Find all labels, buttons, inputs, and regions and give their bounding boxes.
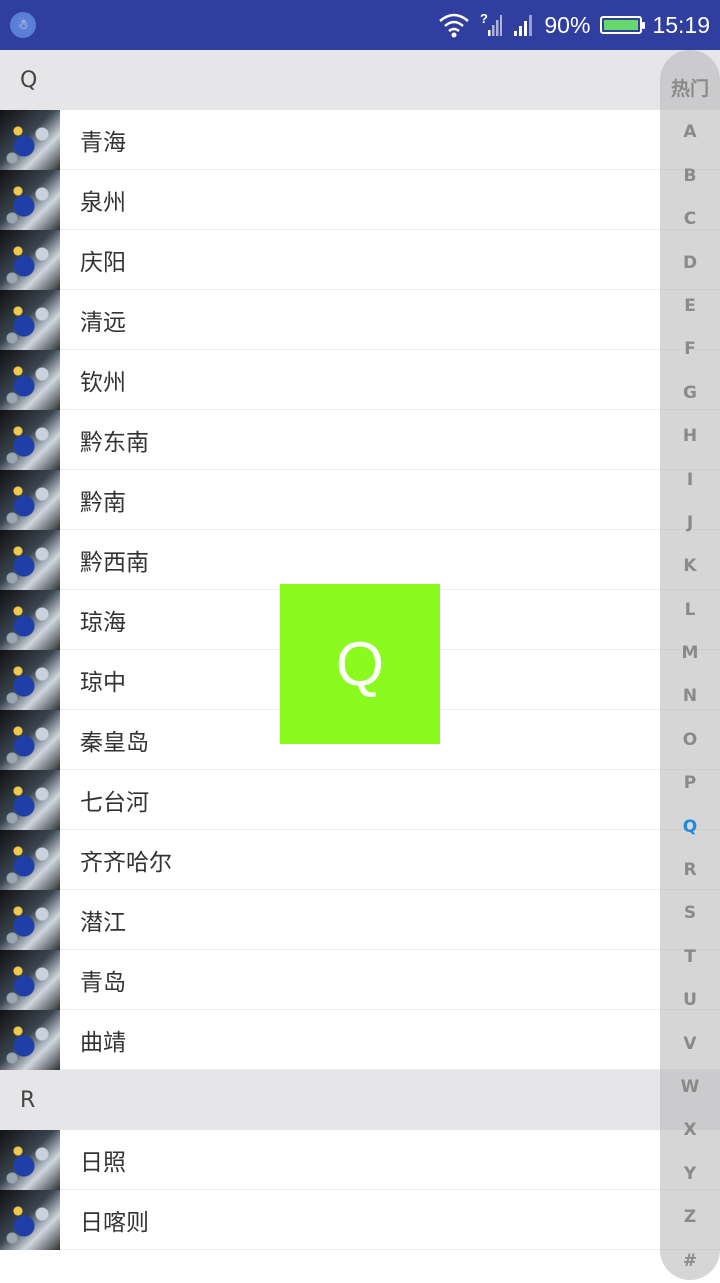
city-thumbnail [0, 469, 60, 530]
city-thumbnail [0, 709, 60, 770]
index-letter[interactable]: E [660, 285, 720, 328]
index-letter[interactable]: # [660, 1240, 720, 1283]
index-letter[interactable]: O [660, 719, 720, 762]
index-letter[interactable]: G [660, 372, 720, 415]
city-thumbnail [0, 109, 60, 170]
current-letter-overlay: Q [280, 584, 440, 744]
city-name: 七台河 [80, 789, 149, 816]
clock: 15:19 [652, 11, 710, 38]
city-thumbnail [0, 889, 60, 950]
city-thumbnail [0, 589, 60, 650]
city-name: 秦皇岛 [80, 729, 149, 756]
index-letter[interactable]: H [660, 415, 720, 458]
city-name: 琼中 [80, 669, 126, 696]
city-name: 清远 [80, 309, 126, 336]
city-row[interactable]: 钦州 [0, 349, 720, 410]
city-name: 齐齐哈尔 [80, 849, 172, 876]
city-row[interactable]: 青岛 [0, 949, 720, 1010]
city-thumbnail [0, 1129, 60, 1190]
section-header: Q [0, 50, 720, 110]
index-letter[interactable]: Y [660, 1153, 720, 1196]
city-name: 青海 [80, 129, 126, 156]
index-letter[interactable]: 热门 [660, 68, 720, 111]
index-letter[interactable]: Z [660, 1196, 720, 1239]
battery-icon [600, 16, 646, 34]
city-thumbnail [0, 649, 60, 710]
city-row[interactable]: 曲靖 [0, 1009, 720, 1070]
city-name: 庆阳 [80, 249, 126, 276]
alphabet-index-bar[interactable]: 热门 A B C D E F G H I J K L M N O P Q R S T U V W X Y Z # [660, 50, 720, 1280]
index-letter[interactable]: S [660, 892, 720, 935]
city-thumbnail [0, 1189, 60, 1250]
city-row[interactable]: 泉州 [0, 169, 720, 230]
city-thumbnail [0, 829, 60, 890]
city-row[interactable]: 黔西南 [0, 529, 720, 590]
signal-unknown-icon: ? [480, 12, 503, 36]
signal-icon [514, 15, 533, 36]
battery-percent: 90% [544, 11, 591, 38]
section-header: R [0, 1070, 720, 1130]
android-icon: ☃ [10, 12, 36, 38]
index-letter[interactable]: V [660, 1023, 720, 1066]
city-thumbnail [0, 229, 60, 290]
city-name: 日照 [80, 1149, 126, 1176]
index-letter[interactable]: A [660, 111, 720, 154]
index-letter[interactable]: C [660, 198, 720, 241]
city-row[interactable]: 黔南 [0, 469, 720, 530]
index-letter[interactable]: K [660, 545, 720, 588]
index-letter[interactable]: U [660, 979, 720, 1022]
status-bar: ☃ ? 90% 15:19 [0, 0, 720, 50]
city-name: 黔南 [80, 489, 126, 516]
index-letter[interactable]: W [660, 1066, 720, 1109]
index-letter[interactable]: F [660, 328, 720, 371]
city-name: 黔东南 [80, 429, 149, 456]
index-letter[interactable]: B [660, 155, 720, 198]
overlay-letter: Q [335, 629, 385, 699]
city-row[interactable]: 青海 [0, 109, 720, 170]
index-letter[interactable]: P [660, 762, 720, 805]
index-letter[interactable]: N [660, 675, 720, 718]
city-name: 潜江 [80, 909, 126, 936]
city-name: 钦州 [80, 369, 126, 396]
city-thumbnail [0, 409, 60, 470]
index-letter[interactable]: Q [660, 806, 720, 849]
wifi-icon [439, 13, 470, 38]
city-row[interactable]: 七台河 [0, 769, 720, 830]
city-thumbnail [0, 769, 60, 830]
city-thumbnail [0, 1009, 60, 1070]
city-row[interactable]: 日照 [0, 1129, 720, 1190]
city-row[interactable]: 庆阳 [0, 229, 720, 290]
index-letter[interactable]: T [660, 936, 720, 979]
city-thumbnail [0, 289, 60, 350]
city-name: 日喀则 [80, 1209, 149, 1236]
city-thumbnail [0, 949, 60, 1010]
city-row[interactable]: 黔东南 [0, 409, 720, 470]
city-thumbnail [0, 349, 60, 410]
index-letter[interactable]: R [660, 849, 720, 892]
city-row[interactable]: 清远 [0, 289, 720, 350]
index-letter[interactable]: X [660, 1109, 720, 1152]
city-thumbnail [0, 169, 60, 230]
index-letter[interactable]: J [660, 502, 720, 545]
city-row[interactable]: 潜江 [0, 889, 720, 950]
city-name: 黔西南 [80, 549, 149, 576]
city-name: 青岛 [80, 969, 126, 996]
index-letter[interactable]: L [660, 589, 720, 632]
status-bar-right: ? 90% 15:19 [438, 0, 710, 50]
city-thumbnail [0, 529, 60, 590]
index-letter[interactable]: M [660, 632, 720, 675]
city-name: 泉州 [80, 189, 126, 216]
city-row[interactable]: 日喀则 [0, 1189, 720, 1250]
city-row[interactable]: 齐齐哈尔 [0, 829, 720, 890]
city-name: 琼海 [80, 609, 126, 636]
index-letter[interactable]: D [660, 242, 720, 285]
city-name: 曲靖 [80, 1029, 126, 1056]
index-letter[interactable]: I [660, 459, 720, 502]
signal-question-text: ? [480, 12, 488, 26]
